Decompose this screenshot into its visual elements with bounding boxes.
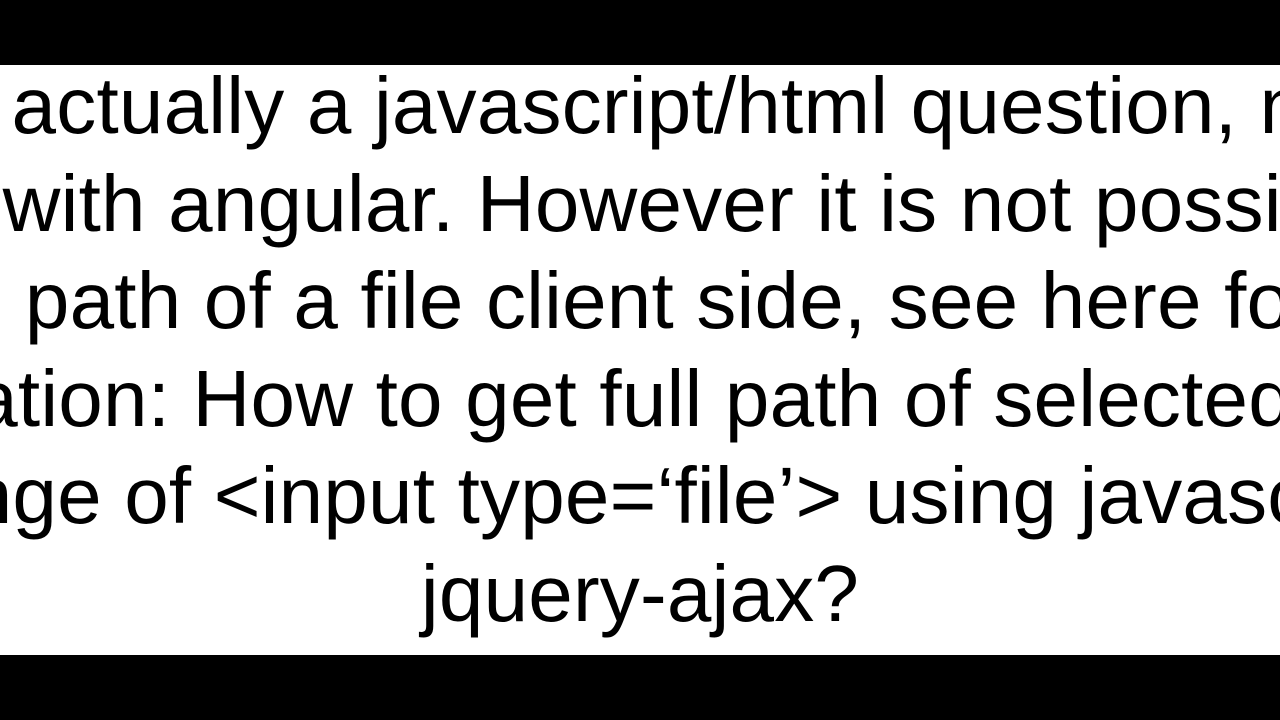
video-frame: This is actually a javascript/html quest… xyxy=(0,0,1280,720)
content-band: This is actually a javascript/html quest… xyxy=(0,65,1280,655)
body-text: This is actually a javascript/html quest… xyxy=(0,65,1280,643)
